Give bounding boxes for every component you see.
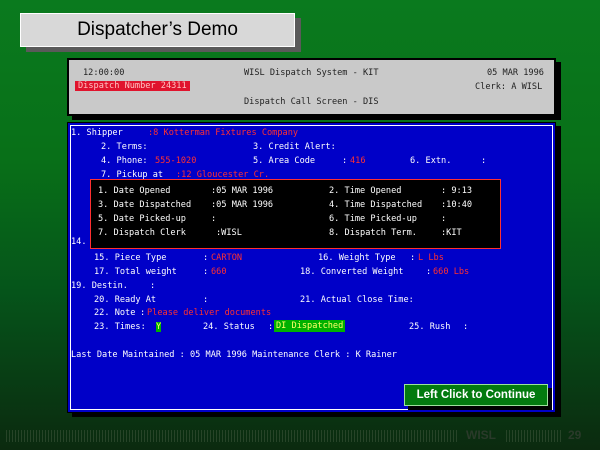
extn-label: 6. Extn. [410, 156, 452, 166]
shipper-label: 1. Shipper [71, 128, 123, 138]
terminal-header: 12:00:00 WISL Dispatch System - KIT 05 M… [67, 58, 556, 116]
ready-at-colon: : [203, 295, 209, 305]
header-system-title: WISL Dispatch System - KIT [244, 68, 379, 78]
status-colon: : [268, 322, 274, 332]
dispatch-term-label: 8. Dispatch Term. [329, 228, 417, 238]
weight-type-label: 16. Weight Type [318, 253, 396, 263]
status-field[interactable]: DI Dispatched [274, 320, 346, 332]
left-click-to-continue-button[interactable]: Left Click to Continue [404, 384, 548, 406]
date-opened-field[interactable]: :05 MAR 1996 [211, 186, 273, 196]
converted-weight-field[interactable]: 660 Lbs [433, 267, 469, 277]
actual-close-label: 21. Actual Close Time: [300, 295, 414, 305]
note-label: 22. Note [94, 308, 136, 318]
piece-type-colon: : [203, 253, 209, 263]
total-weight-label: 17. Total weight [94, 267, 177, 277]
date-opened-label: 1. Date Opened [98, 186, 171, 196]
header-time: 12:00:00 [83, 68, 125, 78]
piece-type-label: 15. Piece Type [94, 253, 167, 263]
header-clerk: Clerk: A WISL [475, 82, 543, 92]
header-date: 05 MAR 1996 [487, 68, 544, 78]
date-dispatched-label: 3. Date Dispatched [98, 200, 192, 210]
time-pickedup-field[interactable]: : [441, 214, 446, 224]
converted-weight-label: 18. Converted Weight [300, 267, 404, 277]
footer-decoration-right [506, 430, 562, 442]
terms-label: 2. Terms: [101, 142, 148, 152]
total-weight-field[interactable]: 660 [211, 267, 227, 277]
destin-colon: : [150, 281, 156, 291]
phone-field[interactable]: 555-1020 [155, 156, 196, 166]
date-dispatched-field[interactable]: :05 MAR 1996 [211, 200, 273, 210]
total-weight-colon: : [203, 267, 209, 277]
time-dispatched-label: 4. Time Dispatched [329, 200, 423, 210]
dispatch-term-field[interactable]: :KIT [441, 228, 462, 238]
piece-type-field[interactable]: CARTON [211, 253, 242, 263]
shipper-field[interactable]: :8 Kotterman Fixtures Company [148, 128, 298, 138]
time-opened-label: 2. Time Opened [329, 186, 402, 196]
dispatch-call-screen: 1. Shipper :8 Kotterman Fixtures Company… [67, 122, 556, 413]
status-label: 24. Status [203, 322, 255, 332]
header-screen-name: Dispatch Call Screen - DIS [244, 97, 379, 107]
dates-popup: 1. Date Opened :05 MAR 1996 2. Time Open… [90, 179, 501, 249]
extn-colon: : [481, 156, 487, 166]
date-pickedup-label: 5. Date Picked-up [98, 214, 186, 224]
credit-alert-label: 3. Credit Alert: [253, 142, 336, 152]
phone-label: 4. Phone: [101, 156, 148, 166]
footer-decoration [6, 430, 458, 442]
times-label: 23. Times: [94, 322, 146, 332]
ready-at-label: 20. Ready At [94, 295, 157, 305]
converted-weight-colon: : [426, 267, 432, 277]
times-field[interactable]: Y [156, 322, 162, 332]
note-field[interactable]: Please deliver documents [147, 308, 271, 318]
dispatch-number-badge: Dispatch Number 24311 [75, 81, 190, 91]
time-dispatched-field[interactable]: :10:40 [441, 200, 472, 210]
weight-type-field[interactable]: L Lbs [418, 253, 444, 263]
row-14-label: 14. [71, 237, 87, 247]
footer-brand: WISL [466, 428, 496, 442]
dispatch-clerk-field[interactable]: :WISL [216, 228, 242, 238]
dispatch-clerk-label: 7. Dispatch Clerk [98, 228, 186, 238]
rush-label: 25. Rush [409, 322, 451, 332]
time-pickedup-label: 6. Time Picked-up [329, 214, 417, 224]
last-maintained-line: Last Date Maintained : 05 MAR 1996 Maint… [71, 350, 397, 360]
area-code-field[interactable]: 416 [350, 156, 366, 166]
area-code-label: 5. Area Code [253, 156, 316, 166]
date-pickedup-field[interactable]: : [211, 214, 216, 224]
time-opened-field[interactable]: : 9:13 [441, 186, 472, 196]
note-colon: : [140, 308, 146, 318]
weight-type-colon: : [410, 253, 416, 263]
rush-colon: : [463, 322, 469, 332]
slide-title: Dispatcher’s Demo [20, 13, 295, 47]
area-code-colon: : [342, 156, 348, 166]
page-number: 29 [568, 428, 582, 442]
destin-label: 19. Destin. [71, 281, 128, 291]
